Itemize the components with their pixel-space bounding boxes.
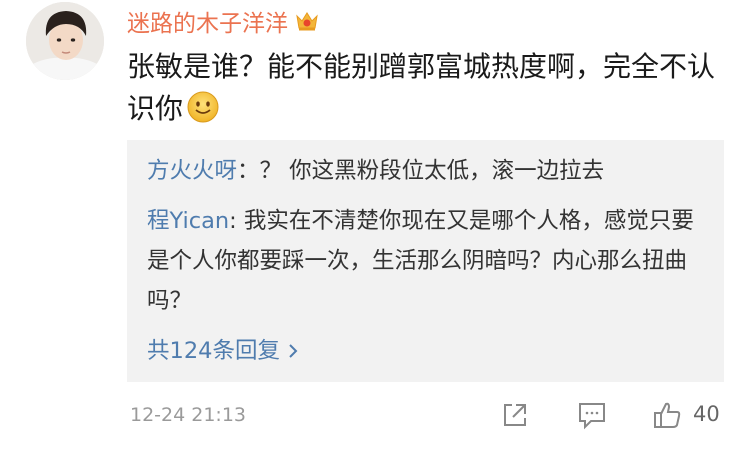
crown-icon [294,10,320,32]
reply-item[interactable]: 程Yican: 我实在不清楚你现在又是哪个人格，感觉只要是个人你都要踩一次，生活… [147,201,707,321]
reply-text: ：？ 你这黑粉段位太低，滚一边拉去 [237,158,605,184]
username[interactable]: 迷路的木子洋洋 [127,4,320,38]
username-text[interactable]: 迷路的木子洋洋 [127,4,288,38]
reply-item[interactable]: 方火火呀：？ 你这黑粉段位太低，滚一边拉去 [147,151,707,191]
reply-author[interactable]: 程Yican [147,208,229,234]
comment-text: 张敏是谁？能不能别蹭郭富城热度啊，完全不认识你 [127,46,727,130]
smile-emoji-icon [187,91,219,123]
comment-icon[interactable] [576,400,608,430]
reply-box: 方火火呀：？ 你这黑粉段位太低，滚一边拉去 程Yican: 我实在不清楚你现在又… [127,140,724,382]
more-replies-label[interactable]: 共124条回复 [147,333,280,365]
reply-author[interactable]: 方火火呀 [147,158,237,184]
avatar[interactable] [26,2,104,80]
share-icon[interactable] [500,400,530,430]
more-replies-link[interactable]: 共124条回复 [147,333,300,365]
like-count: 40 [693,402,720,426]
reply-text: : 我实在不清楚你现在又是哪个人格，感觉只要是个人你都要踩一次，生活那么阴暗吗？… [147,208,694,314]
thumbs-up-icon[interactable] [652,400,682,430]
timestamp: 12-24 21:13 [130,404,247,426]
chevron-right-icon [286,340,300,358]
